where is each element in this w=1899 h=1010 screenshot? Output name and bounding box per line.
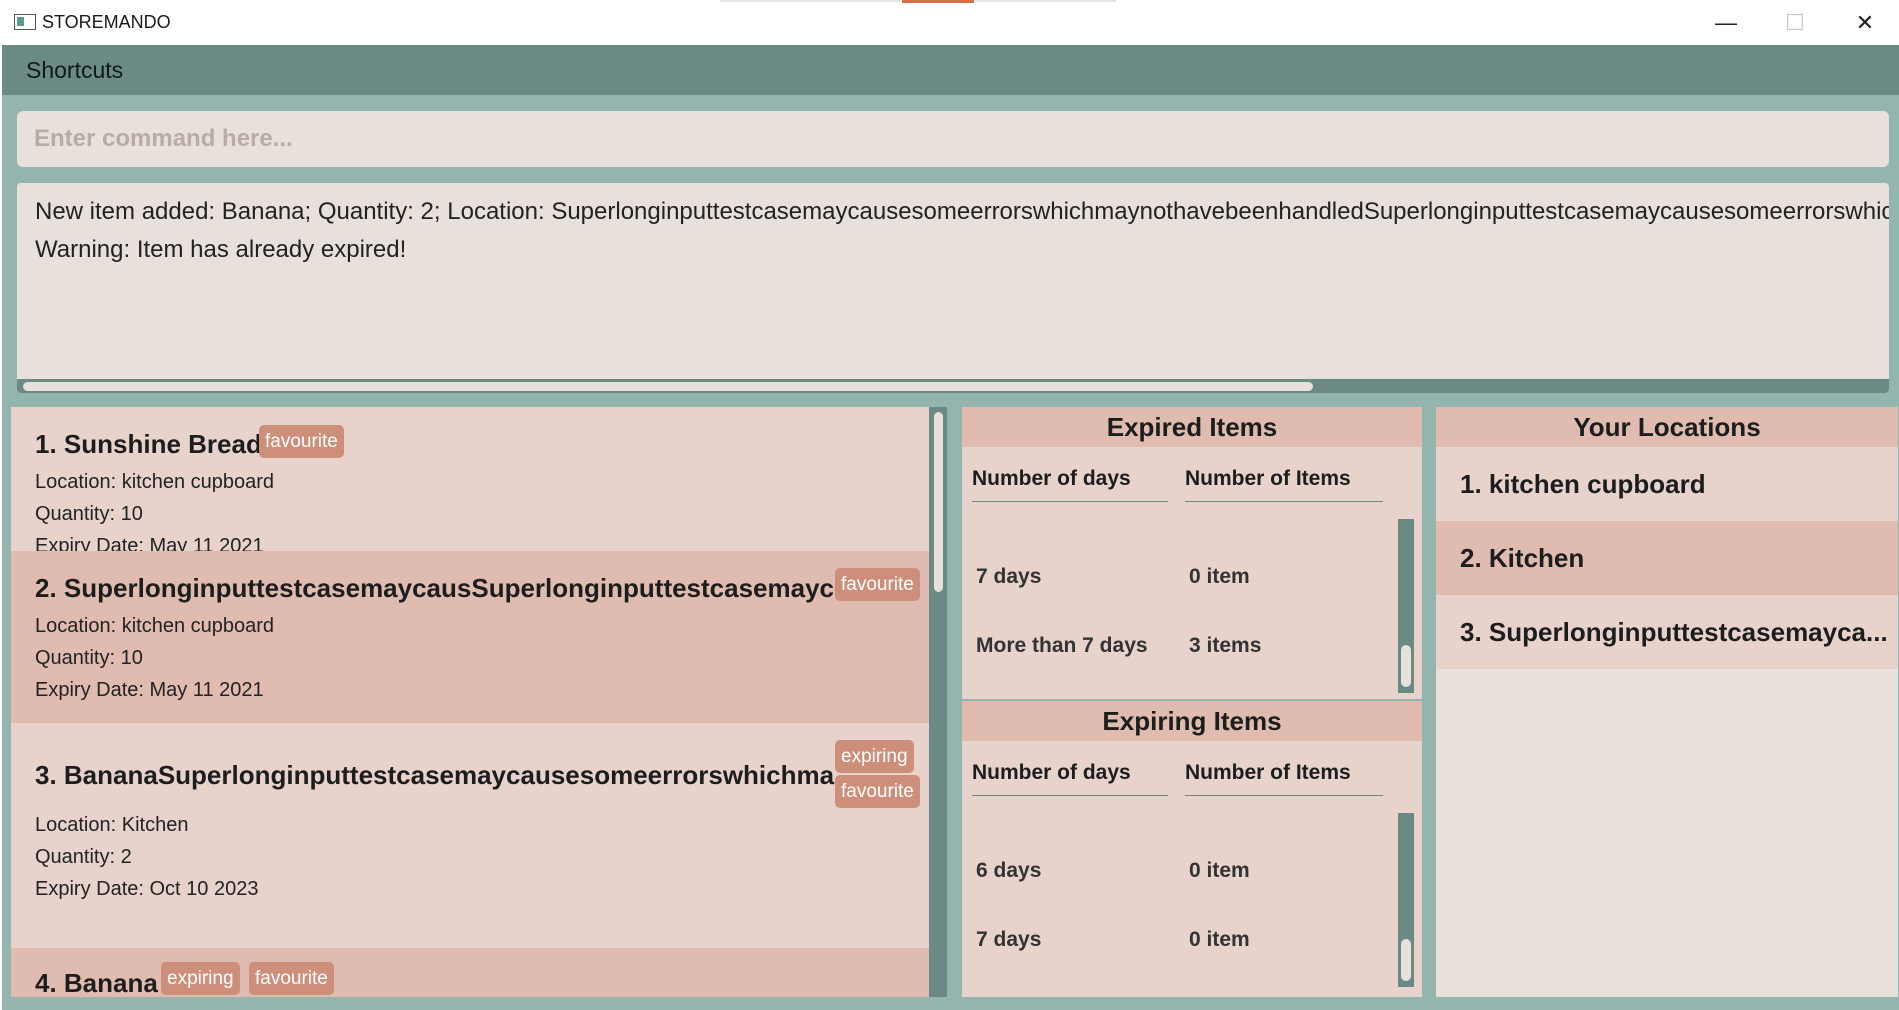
expiring-tag: expiring <box>161 962 240 995</box>
expiring-items-title: Expiring Items <box>962 701 1422 741</box>
item-list: 1. Sunshine Bread favourite Location: ki… <box>11 407 947 997</box>
maximize-button[interactable]: ☐ <box>1760 0 1830 45</box>
title-accent-left <box>720 0 900 2</box>
item-title: 3. BananaSuperlonginputtestcasemaycauses… <box>35 760 856 790</box>
expiring-row-days: 6 days <box>976 859 1042 882</box>
expiring-col-items: Number of Items <box>1185 761 1383 796</box>
item-location: Location: kitchen cupboard <box>35 615 275 637</box>
favourite-tag: favourite <box>259 425 344 458</box>
item-expiry: Expiry Date: Oct 10 2023 <box>35 878 259 900</box>
command-input[interactable] <box>17 111 1889 167</box>
item-quantity: Quantity: 2 <box>35 846 132 868</box>
expired-scrollbar[interactable] <box>1398 519 1414 693</box>
item-card[interactable]: 1. Sunshine Bread favourite Location: ki… <box>11 407 929 557</box>
favourite-tag: favourite <box>835 775 920 808</box>
menu-bar: Shortcuts <box>2 45 1899 95</box>
expired-row-items: 0 item <box>1189 565 1250 588</box>
maximize-icon: ☐ <box>1785 9 1805 35</box>
item-card[interactable]: 4. Banana expiring favourite <box>11 948 929 997</box>
expired-items-panel: Expired Items Number of days Number of I… <box>962 407 1422 699</box>
expiring-row-items: 0 item <box>1189 928 1250 951</box>
item-title: 1. Sunshine Bread <box>35 429 262 459</box>
expiring-items-panel: Expiring Items Number of days Number of … <box>962 701 1422 997</box>
expiring-row-items: 0 item <box>1189 859 1250 882</box>
item-location: Location: Kitchen <box>35 814 189 836</box>
expired-col-items: Number of Items <box>1185 467 1383 502</box>
expired-row-days: 7 days <box>976 565 1042 588</box>
title-accent <box>902 0 974 3</box>
command-box <box>17 111 1889 167</box>
expiring-col-days: Number of days <box>972 761 1168 796</box>
item-expiry: Expiry Date: May 11 2021 <box>35 679 264 701</box>
item-location: Location: kitchen cupboard <box>35 471 275 493</box>
expired-scroll-thumb[interactable] <box>1401 645 1411 687</box>
expired-col-days: Number of days <box>972 467 1168 502</box>
close-button[interactable]: ✕ <box>1830 0 1899 45</box>
expired-row-items: 3 items <box>1189 634 1262 657</box>
location-item[interactable]: 3. Superlonginputtestcasemayca... <box>1436 595 1898 669</box>
expiring-row-days: 7 days <box>976 928 1042 951</box>
expired-items-title: Expired Items <box>962 407 1422 447</box>
minimize-button[interactable]: — <box>1691 0 1761 45</box>
expiring-scroll-thumb[interactable] <box>1401 939 1411 981</box>
locations-title: Your Locations <box>1436 407 1898 447</box>
app-body: New item added: Banana; Quantity: 2; Loc… <box>2 95 1899 1010</box>
item-title: 2. SuperlonginputtestcasemaycausSuperlon… <box>35 573 856 603</box>
favourite-tag: favourite <box>249 962 334 995</box>
result-text: New item added: Banana; Quantity: 2; Loc… <box>35 193 1889 269</box>
location-item[interactable]: 2. Kitchen <box>1436 521 1898 595</box>
result-display: New item added: Banana; Quantity: 2; Loc… <box>17 183 1889 393</box>
favourite-tag: favourite <box>835 568 920 601</box>
locations-panel: Your Locations 1. kitchen cupboard 2. Ki… <box>1436 407 1898 997</box>
item-card[interactable]: 3. BananaSuperlonginputtestcasemaycauses… <box>11 723 929 920</box>
item-title: 4. Banana <box>35 968 158 997</box>
result-horizontal-scrollbar[interactable] <box>17 379 1889 393</box>
result-scroll-thumb[interactable] <box>23 382 1313 391</box>
expiring-scrollbar[interactable] <box>1398 813 1414 987</box>
item-quantity: Quantity: 10 <box>35 647 143 669</box>
expired-row-days: More than 7 days <box>976 634 1148 657</box>
result-line-2: Warning: Item has already expired! <box>35 236 407 263</box>
title-bar: STOREMANDO — ☐ ✕ <box>0 0 1899 45</box>
item-card[interactable]: 2. SuperlonginputtestcasemaycausSuperlon… <box>11 551 929 723</box>
minimize-icon: — <box>1715 9 1737 35</box>
app-icon <box>14 14 36 30</box>
close-icon: ✕ <box>1855 9 1875 35</box>
item-list-scroll-thumb[interactable] <box>934 412 943 592</box>
location-item[interactable]: 1. kitchen cupboard <box>1436 447 1898 521</box>
expiring-tag: expiring <box>835 740 914 773</box>
menu-shortcuts[interactable]: Shortcuts <box>26 57 123 84</box>
item-quantity: Quantity: 10 <box>35 503 143 525</box>
item-list-scrollbar[interactable] <box>929 407 947 997</box>
result-line-1: New item added: Banana; Quantity: 2; Loc… <box>35 198 1889 225</box>
window-title: STOREMANDO <box>42 12 171 32</box>
title-accent-right <box>976 0 1116 2</box>
